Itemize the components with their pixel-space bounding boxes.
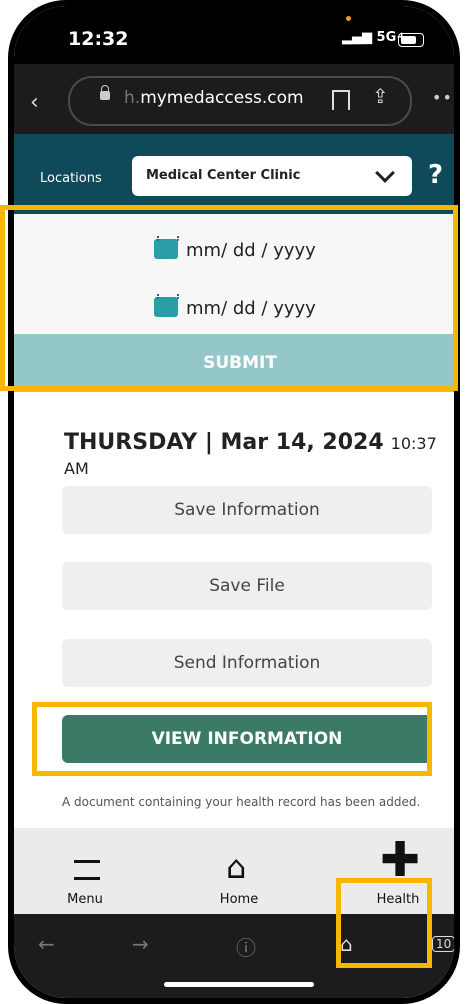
home-indicator [164,982,314,987]
current-date: THURSDAY | Mar 14, 2024 10:37 AM [64,430,454,480]
plus-icon: ✚ [380,832,421,888]
chevron-down-icon [375,163,395,183]
help-icon[interactable]: ? [428,160,443,190]
back-arrow-icon[interactable]: ← [38,932,55,956]
battery-icon [398,33,424,47]
screen: 12:32 ▂▄▆ 5G+ ‹ h.mymedaccess.com ⇪ ••• … [14,6,454,998]
assistant-icon[interactable]: ⓘ [236,932,256,961]
back-chevron-icon[interactable]: ‹ [30,90,39,115]
health-tab-highlight [336,878,432,968]
save-information-button[interactable]: Save Information [62,486,432,534]
view-button-highlight [32,702,432,776]
tab-menu-label: Menu [67,892,103,907]
health-record-note: A document containing your health record… [62,795,421,809]
more-icon[interactable]: ••• [432,88,454,107]
location-select[interactable]: Medical Center Clinic [132,156,412,196]
share-icon[interactable]: ⇪ [372,84,389,108]
tab-menu[interactable]: Menu [40,828,130,914]
location-selected-value: Medical Center Clinic [146,168,301,183]
date-panel-highlight [0,205,458,391]
phone-frame: 12:32 ▂▄▆ 5G+ ‹ h.mymedaccess.com ⇪ ••• … [8,0,460,1004]
status-bar: 12:32 ▂▄▆ 5G+ [14,6,454,64]
forward-arrow-icon[interactable]: → [132,932,149,956]
browser-toolbar: ‹ h.mymedaccess.com ⇪ ••• [14,64,454,134]
bookmark-icon[interactable] [332,90,350,110]
privacy-dot [346,16,351,21]
url-text: h.mymedaccess.com [124,88,304,108]
tabs-count-icon[interactable]: 10 [432,936,454,952]
locations-bar: Locations Medical Center Clinic ? [14,134,454,214]
current-day: THURSDAY | Mar 14, 2024 [64,430,384,455]
url-bar[interactable]: h.mymedaccess.com ⇪ [68,76,412,126]
tab-home-label: Home [219,892,259,907]
save-file-button[interactable]: Save File [62,562,432,610]
tab-home[interactable]: ⌂ Home [194,828,284,914]
menu-icon [74,860,100,880]
home-icon: ⌂ [226,848,247,886]
status-time: 12:32 [68,28,129,50]
lock-icon [100,85,110,100]
locations-label: Locations [40,171,102,186]
send-information-button[interactable]: Send Information [62,639,432,687]
